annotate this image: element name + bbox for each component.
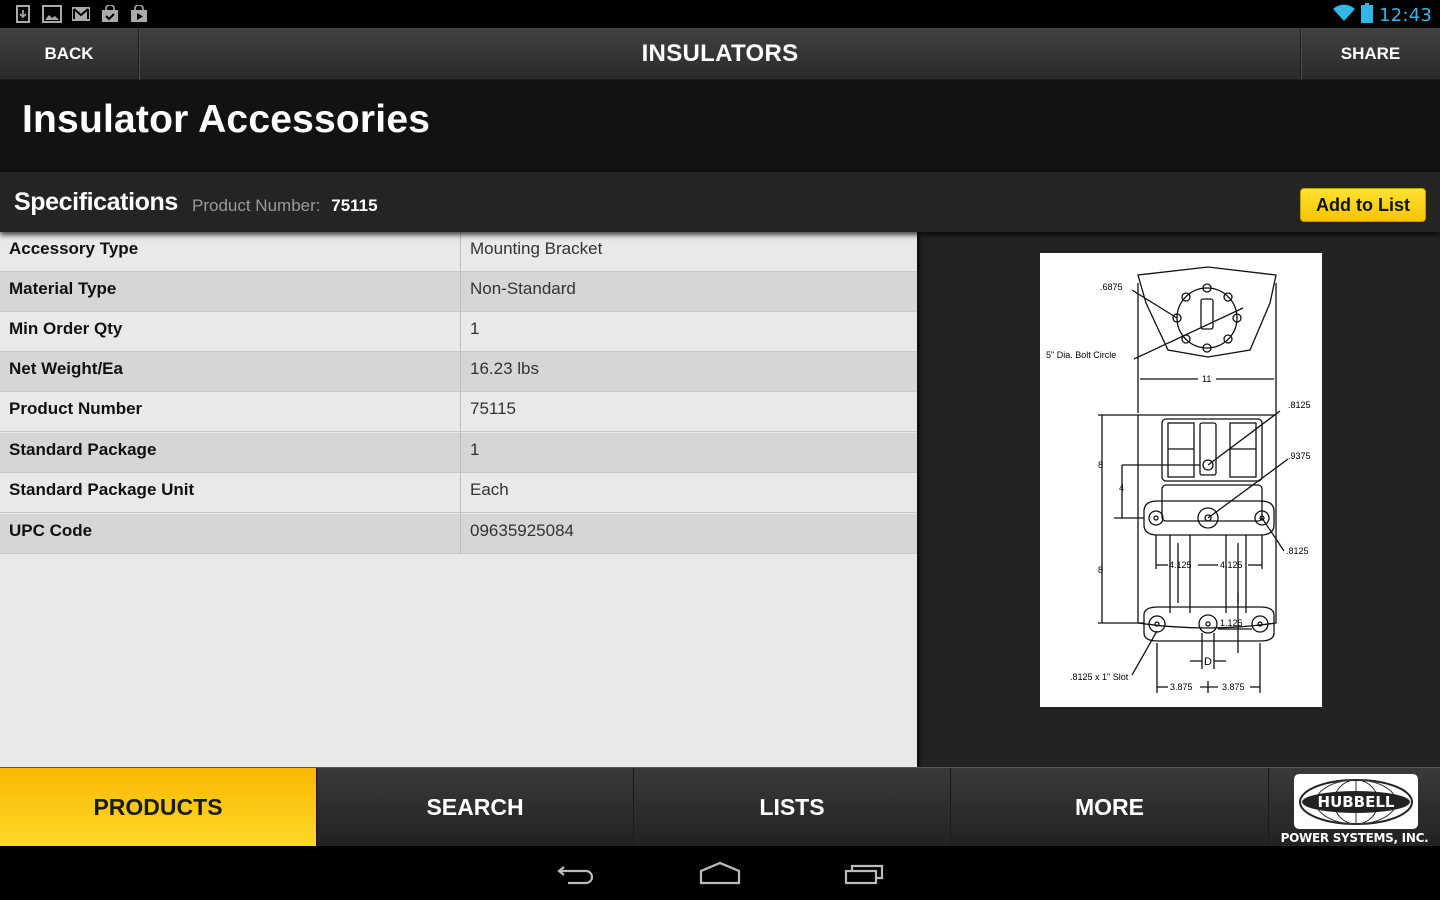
system-nav-bar xyxy=(0,846,1440,900)
tab-search[interactable]: SEARCH xyxy=(317,768,634,847)
drawing-label: 5" Dia. Bolt Circle xyxy=(1046,350,1116,360)
tab-more[interactable]: MORE xyxy=(951,768,1269,847)
add-to-list-button[interactable]: Add to List xyxy=(1300,188,1426,222)
share-button[interactable]: SHARE xyxy=(1300,28,1440,80)
table-row: Material Type Non-Standard xyxy=(0,272,917,312)
table-row: Standard Package Unit Each xyxy=(0,473,917,513)
spec-label: UPC Code xyxy=(9,521,93,540)
spec-label: Net Weight/Ea xyxy=(9,359,123,378)
back-icon[interactable] xyxy=(554,858,598,888)
download-icon xyxy=(13,4,33,24)
table-row: Product Number 75115 xyxy=(0,392,917,432)
play-store-icon xyxy=(129,4,149,24)
drawing-label: 1.125 xyxy=(1220,618,1243,628)
table-row: Min Order Qty 1 xyxy=(0,312,917,352)
spec-label: Material Type xyxy=(9,279,117,298)
specifications-header: Specifications Product Number: 75115 Add… xyxy=(0,172,1440,232)
spec-label: Standard Package Unit xyxy=(9,480,195,499)
spec-label: Min Order Qty xyxy=(9,319,123,338)
action-bar: BACK INSULATORS SHARE xyxy=(0,28,1440,80)
drawing-bolt-circle xyxy=(1176,287,1238,349)
drawing-label: 3.875 xyxy=(1222,682,1245,692)
back-button[interactable]: BACK xyxy=(0,28,139,80)
specifications-title: Specifications xyxy=(14,188,178,216)
logo-subtext: POWER SYSTEMS, INC. xyxy=(1280,831,1429,845)
store-update-icon xyxy=(100,4,120,24)
drawing-label: 4 xyxy=(1119,483,1124,493)
wifi-icon xyxy=(1333,4,1356,27)
tab-products[interactable]: PRODUCTS xyxy=(0,768,317,847)
content-area: Accessory Type Mounting Bracket Material… xyxy=(0,232,1440,767)
spec-value: 1 xyxy=(470,319,480,338)
spec-label: Product Number xyxy=(9,399,143,418)
notification-icons xyxy=(13,4,149,24)
gmail-icon xyxy=(71,4,91,24)
spec-value: 09635925084 xyxy=(470,521,575,540)
bottom-tab-bar: PRODUCTS SEARCH LISTS MORE HUBBELL POWER… xyxy=(0,767,1440,847)
drawing-label: 4.125 xyxy=(1169,560,1192,570)
drawing-label: .6875 xyxy=(1100,282,1123,292)
status-bar: 12:43 xyxy=(0,0,1440,28)
drawing-label: 3.875 xyxy=(1170,682,1193,692)
spec-value: 16.23 lbs xyxy=(470,359,539,378)
drawing-label: 8 xyxy=(1098,460,1103,470)
drawing-label: 11 xyxy=(1202,374,1211,384)
specifications-table[interactable]: Accessory Type Mounting Bracket Material… xyxy=(0,232,917,767)
drawing-label: .9375 xyxy=(1288,451,1311,461)
product-number: Product Number: 75115 xyxy=(192,196,378,216)
column-divider xyxy=(460,232,461,554)
product-number-label: Product Number: xyxy=(192,196,321,215)
drawing-label: .8125 x 1" Slot xyxy=(1070,672,1129,682)
product-drawing[interactable]: .6875 5" Dia. Bolt Circle 11 .8125 .9375… xyxy=(1040,253,1322,707)
drawing-label: .8125 xyxy=(1288,400,1311,410)
spec-label: Standard Package xyxy=(9,440,157,459)
screen-title: INSULATORS xyxy=(641,40,799,67)
battery-icon xyxy=(1361,3,1374,28)
gallery-icon xyxy=(42,4,62,24)
spec-value: 75115 xyxy=(470,399,517,418)
hubbell-logo[interactable]: HUBBELL POWER SYSTEMS, INC. xyxy=(1269,768,1440,847)
table-row: Net Weight/Ea 16.23 lbs xyxy=(0,352,917,392)
drawing-label: 8 xyxy=(1098,565,1103,575)
spec-value: Mounting Bracket xyxy=(470,239,603,258)
clock: 12:43 xyxy=(1379,5,1432,26)
spec-value: Non-Standard xyxy=(470,279,576,298)
tab-lists[interactable]: LISTS xyxy=(634,768,951,847)
home-icon[interactable] xyxy=(698,858,742,888)
drawing-label: D xyxy=(1204,656,1212,668)
spec-value: 1 xyxy=(470,440,480,459)
table-row: Accessory Type Mounting Bracket xyxy=(0,232,917,272)
drawing-label: .8125 xyxy=(1286,546,1309,556)
logo-text: HUBBELL xyxy=(1318,793,1395,811)
page-title: Insulator Accessories xyxy=(22,98,431,141)
drawing-label: 4.125 xyxy=(1220,560,1243,570)
spec-value: Each xyxy=(470,480,509,499)
product-number-value: 75115 xyxy=(331,196,378,215)
page-heading: Insulator Accessories xyxy=(0,80,1440,172)
table-row: UPC Code 09635925084 xyxy=(0,514,917,554)
hubbell-logo-badge: HUBBELL xyxy=(1294,774,1418,829)
recent-apps-icon[interactable] xyxy=(843,858,887,888)
spec-label: Accessory Type xyxy=(9,239,139,258)
table-row: Standard Package 1 xyxy=(0,433,917,473)
